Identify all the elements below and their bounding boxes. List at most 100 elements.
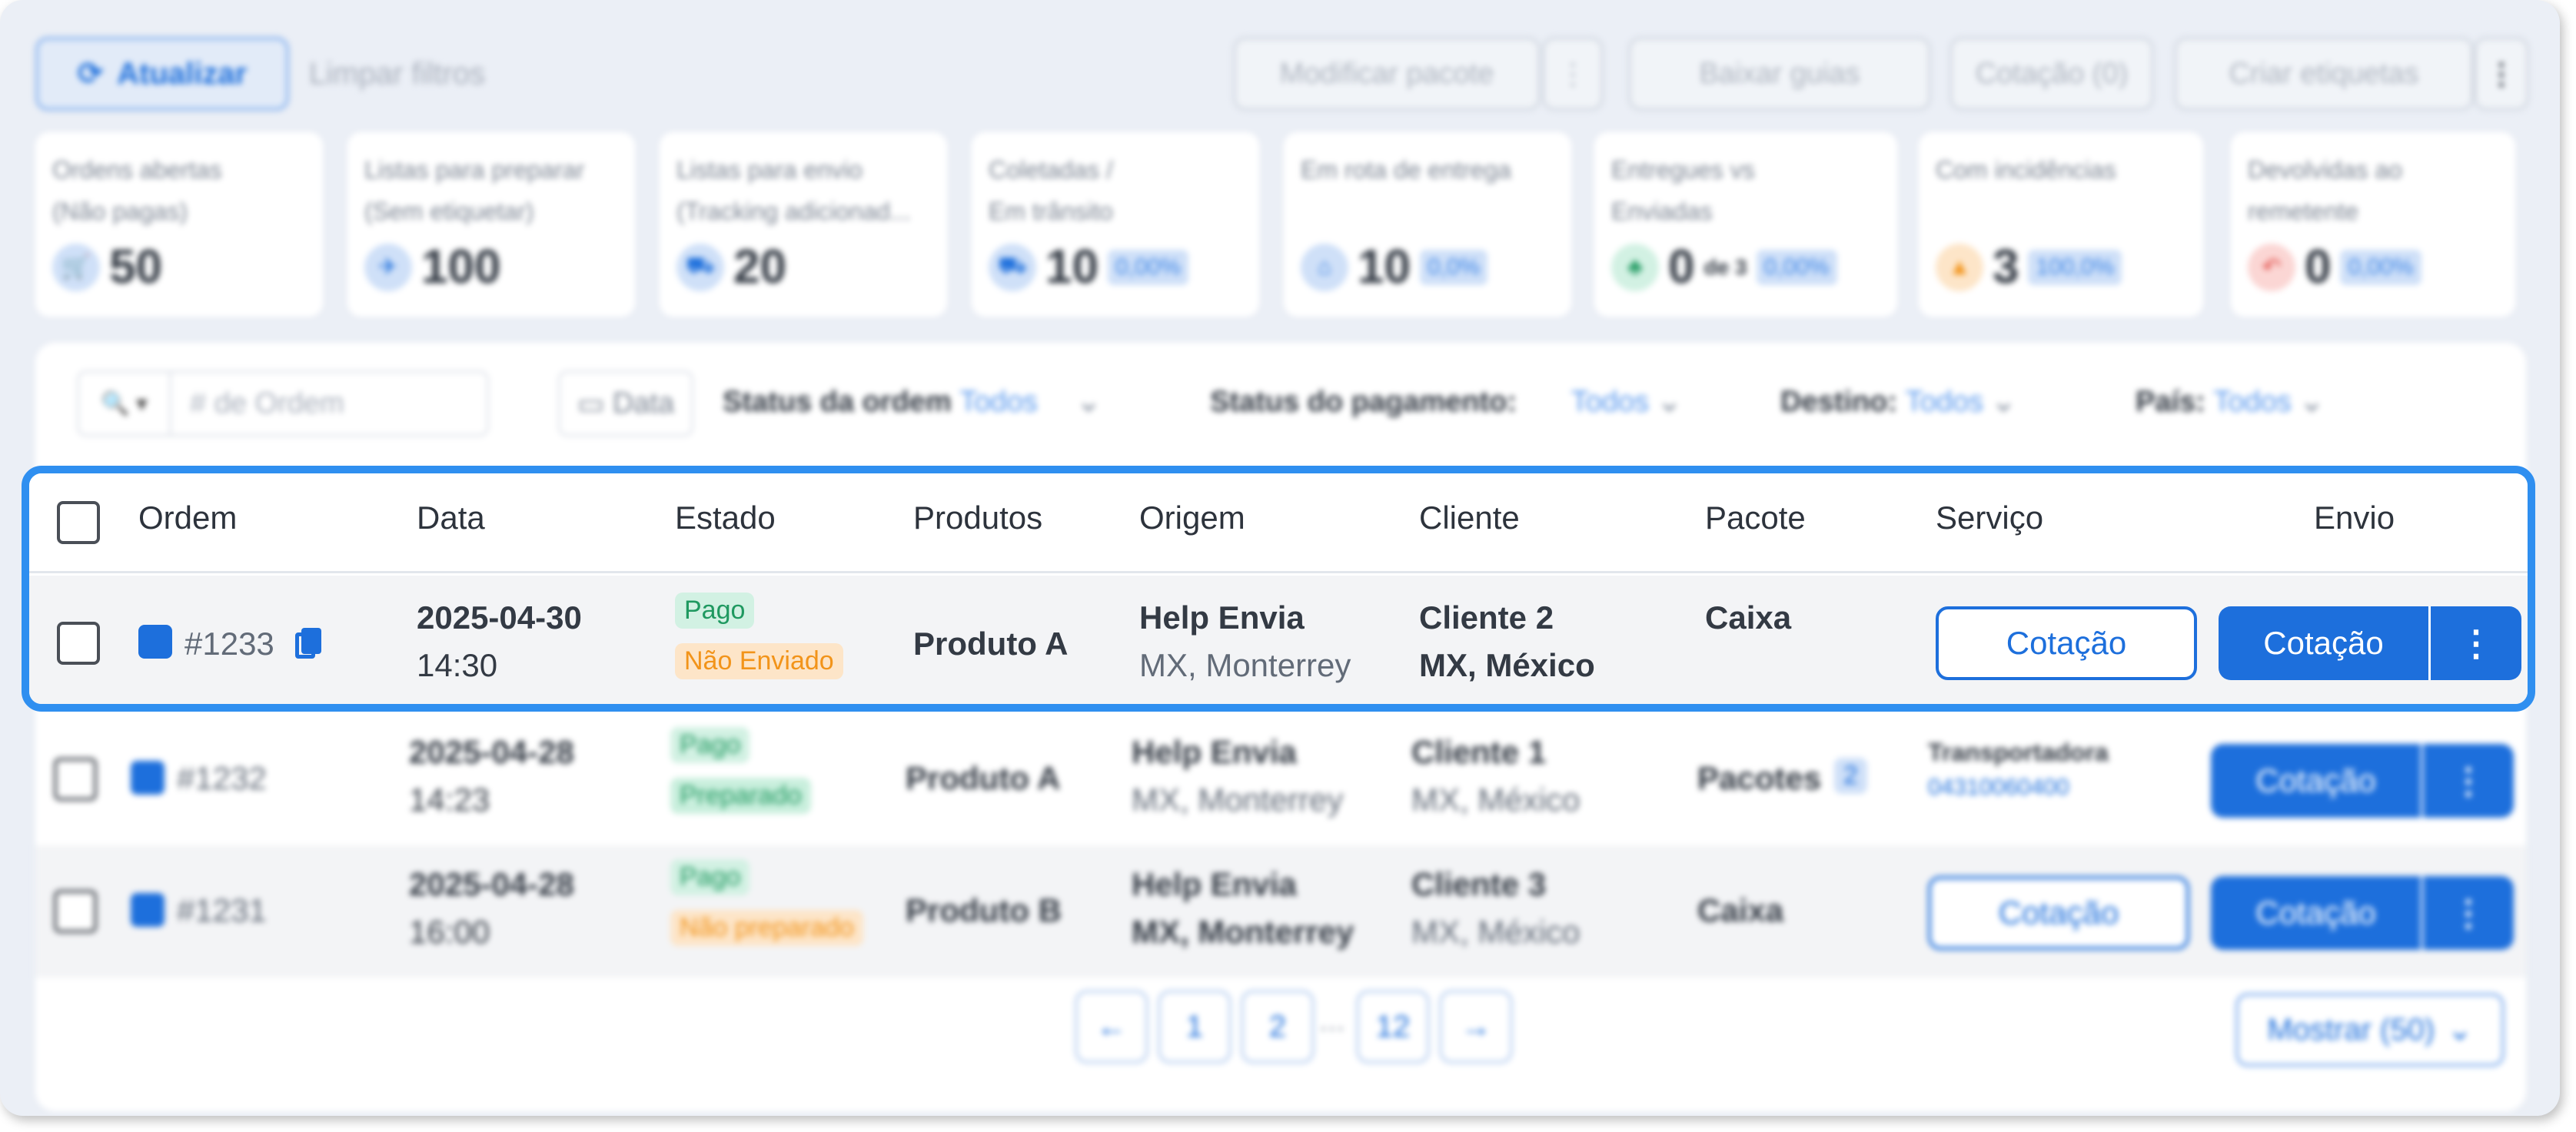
destination-value: Todos: [1905, 386, 1983, 418]
page-button-1[interactable]: 1: [1158, 990, 1231, 1064]
stat-card-to-prepare[interactable]: Listas para preparar (Sem etiquetar) ✈ 1…: [347, 132, 635, 317]
copy-icon[interactable]: [295, 628, 321, 659]
date-filter-button[interactable]: ▭ Data: [558, 370, 693, 437]
origin-location: MX, Monterrey: [1132, 782, 1344, 818]
stat-label: Ordens abertas (Não pagas): [52, 156, 222, 225]
ship-split-button: Cotação ⋮: [2219, 606, 2521, 680]
ship-split-button: Cotação ⋮: [2211, 744, 2514, 818]
stat-card-incidents[interactable]: Com incidências ▲ 3 100,0%: [1919, 132, 2203, 317]
orders-panel: 🔍 ▾ # de Ordem ▭ Data Status da ordem To…: [35, 343, 2526, 1111]
chevron-down-icon: ⌄: [1076, 386, 1102, 418]
refresh-icon: ⟳: [77, 57, 104, 91]
refresh-button[interactable]: ⟳ Atualizar: [35, 37, 289, 111]
truck-icon: ⛟: [989, 243, 1036, 291]
pagination-ellipsis: ...: [1319, 1004, 1345, 1037]
page-size-label: Mostrar (50): [2267, 1012, 2435, 1047]
people-icon: ♣: [1611, 243, 1659, 291]
stat-label: Coletadas / Em trânsito: [989, 156, 1113, 225]
destination-filter[interactable]: Destino: Todos ⌄: [1780, 384, 2016, 419]
country-filter[interactable]: País: Todos ⌄: [2136, 384, 2324, 419]
column-header-package[interactable]: Pacote: [1705, 500, 1806, 536]
client-name: Cliente 2: [1419, 599, 1554, 636]
table-row[interactable]: #1233 2025-04-30 14:30 Pago Não Enviado …: [29, 576, 2528, 704]
payment-status-value: Todos: [1571, 386, 1649, 418]
payment-badge: Pago: [670, 859, 750, 895]
clear-filters-link[interactable]: Limpar filtros: [309, 57, 485, 91]
origin-name: Help Envia: [1132, 866, 1297, 902]
table-row[interactable]: #1232 2025-04-28 14:23 Pago Preparado Pr…: [35, 713, 2526, 845]
stat-percent: 0,0%: [1419, 249, 1488, 285]
column-header-status[interactable]: Estado: [675, 500, 776, 536]
shipping-badge: Não preparado: [670, 910, 863, 946]
ship-button[interactable]: Cotação: [2211, 876, 2423, 950]
payment-badge: Pago: [670, 727, 750, 763]
order-number[interactable]: #1233: [184, 620, 274, 668]
shipping-badge: Não Enviado: [675, 643, 843, 679]
stat-card-delivered[interactable]: Entregues vs Enviadas ♣ 0 de 3 0,00%: [1594, 132, 1897, 317]
ship-more-button[interactable]: ⋮: [2423, 744, 2514, 818]
stat-sub: de 3: [1703, 254, 1747, 279]
order-time: 14:23: [409, 782, 490, 818]
download-guides-button[interactable]: Baixar guias: [1628, 37, 1931, 111]
modify-package-button[interactable]: Modificar pacote: [1233, 37, 1541, 111]
stat-card-out-for-delivery[interactable]: Em rota de entrega ⌂ 10 0,0%: [1284, 132, 1571, 317]
create-labels-more-button[interactable]: ⋮: [2474, 37, 2529, 111]
column-header-origin[interactable]: Origem: [1139, 500, 1245, 536]
destination-label: Destino:: [1780, 386, 1897, 418]
page-button-2[interactable]: 2: [1241, 990, 1315, 1064]
page-button-last[interactable]: 12: [1356, 990, 1430, 1064]
ship-more-button[interactable]: ⋮: [2431, 606, 2521, 680]
package-type: Caixa: [1697, 892, 1784, 928]
order-number[interactable]: #1232: [177, 755, 267, 802]
column-header-client[interactable]: Cliente: [1419, 500, 1520, 536]
row-checkbox[interactable]: [54, 890, 97, 933]
row-checkbox[interactable]: [57, 622, 100, 665]
table-row[interactable]: #1231 2025-04-28 16:00 Pago Não preparad…: [35, 845, 2526, 978]
column-header-service[interactable]: Serviço: [1936, 500, 2043, 536]
column-header-products[interactable]: Produtos: [913, 500, 1042, 536]
column-header-date[interactable]: Data: [417, 500, 485, 536]
truck-icon: ⛟: [676, 243, 724, 291]
select-all-checkbox[interactable]: [57, 501, 100, 544]
order-color-marker: [131, 761, 165, 795]
service-quote-button[interactable]: Cotação: [1936, 606, 2197, 680]
stat-label: Listas para preparar (Sem etiquetar): [364, 156, 585, 225]
create-labels-button[interactable]: Criar etiquetas: [2174, 37, 2474, 111]
next-page-button[interactable]: →: [1439, 990, 1513, 1064]
warning-icon: ▲: [1936, 243, 1983, 291]
modify-package-more-button[interactable]: ⋮: [1542, 37, 1604, 111]
column-header-order[interactable]: Ordem: [138, 500, 237, 536]
package-type: Caixa: [1705, 599, 1792, 636]
order-status-filter[interactable]: Status da ordem Todos ⌄: [723, 384, 1101, 419]
stat-percent: 100,0%: [2028, 249, 2122, 285]
origin-location: MX, Monterrey: [1139, 647, 1351, 683]
stat-card-in-transit[interactable]: Coletadas / Em trânsito ⛟ 10 0,00%: [972, 132, 1259, 317]
stat-value: 10: [1045, 241, 1099, 294]
ship-more-button[interactable]: ⋮: [2423, 876, 2514, 950]
stat-percent: 0,00%: [1107, 249, 1189, 285]
page-size-select[interactable]: Mostrar (50) ⌄: [2235, 993, 2505, 1067]
stat-value: 0: [1668, 241, 1695, 294]
order-date: 2025-04-28: [409, 734, 574, 770]
tracking-link[interactable]: 04310060400: [1928, 764, 2069, 812]
ship-button[interactable]: Cotação: [2219, 606, 2431, 680]
row-checkbox[interactable]: [54, 758, 97, 801]
stat-value: 3: [1993, 241, 2019, 294]
column-header-shipping[interactable]: Envio: [2314, 500, 2395, 536]
search-icon[interactable]: 🔍 ▾: [79, 373, 171, 434]
order-search-field[interactable]: 🔍 ▾ # de Ordem: [77, 370, 489, 437]
ship-split-button: Cotação ⋮: [2211, 876, 2514, 950]
prev-page-button[interactable]: ←: [1075, 990, 1148, 1064]
return-icon: ↶: [2248, 243, 2295, 291]
ship-button[interactable]: Cotação: [2211, 744, 2423, 818]
payment-status-filter[interactable]: Status do pagamento: Todos ⌄: [1210, 384, 1681, 419]
stat-card-returned[interactable]: Devolvidas ao remetente ↶ 0 0,00%: [2231, 132, 2515, 317]
stat-card-to-ship[interactable]: Listas para envio (Tracking adicionad...…: [660, 132, 947, 317]
order-number[interactable]: #1231: [177, 887, 267, 934]
order-date: 2025-04-28: [409, 866, 574, 902]
service-quote-button[interactable]: Cotação: [1928, 876, 2189, 950]
table-header: Ordem Data Estado Produtos Origem Client…: [29, 473, 2528, 573]
stat-percent: 0,00%: [1756, 249, 1837, 285]
quote-count-button[interactable]: Cotação (0): [1949, 37, 2154, 111]
stat-card-open-orders[interactable]: Ordens abertas (Não pagas) 🛒 50: [35, 132, 323, 317]
